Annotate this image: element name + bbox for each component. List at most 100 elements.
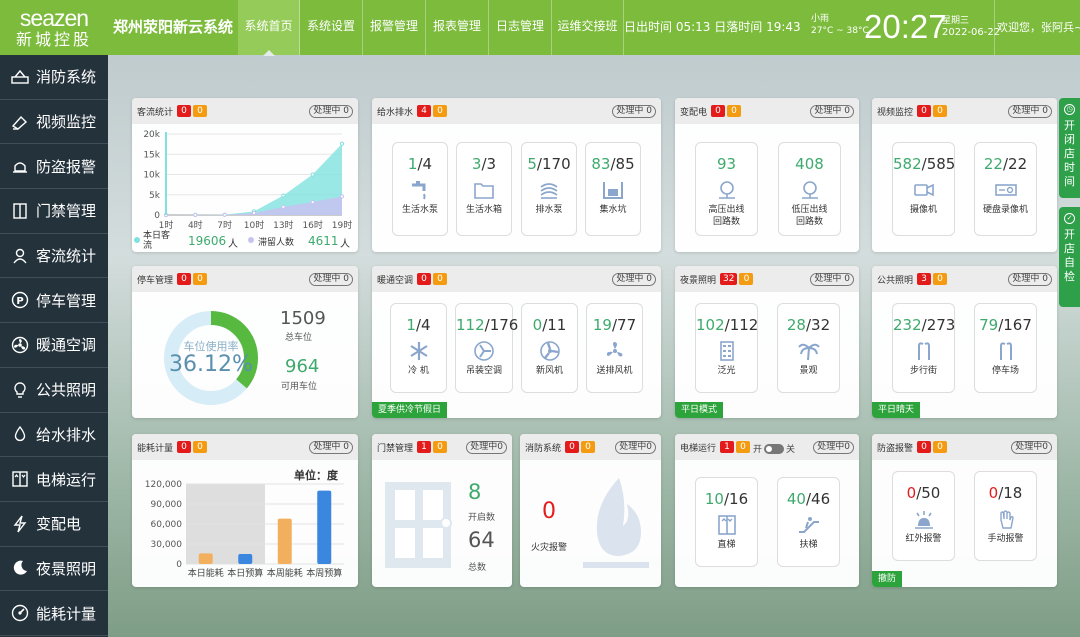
- panel-title: 客流统计: [137, 107, 174, 118]
- water-item-drain-pump[interactable]: 5/170 排水泵: [521, 142, 577, 236]
- processing-status-button[interactable]: 处理中0: [1011, 441, 1052, 454]
- video-item-camera[interactable]: 582/585 摄像机: [892, 142, 955, 236]
- elevator-item-lift[interactable]: 10/16 直梯: [695, 477, 758, 567]
- x-tick-label: 19时: [332, 219, 352, 230]
- processing-status-button[interactable]: 处理中 0: [810, 273, 854, 286]
- energy-bar: [317, 490, 332, 564]
- hvac-item-fresh-air[interactable]: 0/11 新风机: [521, 303, 578, 393]
- item-value: 83/85: [591, 155, 635, 173]
- alarm-badge: 1: [720, 441, 735, 453]
- processing-status-button[interactable]: 处理中 0: [309, 441, 353, 454]
- water-item-sump[interactable]: 83/85 集水坑: [585, 142, 641, 236]
- sidebar-item-label: 停车管理: [36, 291, 97, 310]
- sidebar-item-hvac[interactable]: 暖通空调: [0, 323, 108, 368]
- warning-badge: 0: [739, 273, 754, 285]
- toggle-switch[interactable]: [764, 443, 785, 454]
- alarm-icon: [10, 156, 30, 176]
- processing-status-button[interactable]: 处理中 0: [612, 105, 656, 118]
- water-item-tank[interactable]: 3/3 生活水箱: [456, 142, 512, 236]
- processing-status-button[interactable]: 处理中 0: [1008, 105, 1052, 118]
- escalator-icon: [795, 514, 823, 536]
- retained-unit: 人: [340, 239, 350, 250]
- lv-line-icon: [796, 179, 824, 201]
- video-item-dvr[interactable]: 22/22 硬盘录像机: [974, 142, 1037, 236]
- water-item-pump[interactable]: 1/4 生活水泵: [392, 142, 448, 236]
- processing-status-button[interactable]: 处理中 0: [612, 273, 656, 286]
- nav-shift[interactable]: 运维交接班: [552, 0, 624, 55]
- x-tick-label: 本日预算: [227, 567, 263, 579]
- status-count: 0: [1042, 106, 1048, 116]
- status-label: 处理中: [814, 106, 842, 116]
- hvac-item-ac[interactable]: 112/176 吊装空调: [455, 303, 518, 393]
- sidebar-item-label: 防盗报警: [36, 157, 97, 176]
- clock-icon: ◷: [1064, 104, 1075, 115]
- processing-status-button[interactable]: 处理中0: [813, 441, 854, 454]
- sidebar-item-label: 能耗计量: [36, 604, 97, 623]
- sidebar-item-elevator[interactable]: 电梯运行: [0, 457, 108, 502]
- sidebar-item-door[interactable]: 门禁管理: [0, 189, 108, 234]
- processing-status-button[interactable]: 处理中 0: [309, 105, 353, 118]
- tab-open-self-check[interactable]: ✓ 开店自检: [1059, 207, 1080, 307]
- sidebar-item-antitheft[interactable]: 防盗报警: [0, 144, 108, 190]
- y-tick-label: 5k: [149, 191, 161, 201]
- panel-header: 给水排水 4 0 处理中 0: [372, 98, 661, 124]
- night-item-flood[interactable]: 102/112 泛光: [695, 303, 758, 393]
- panel-header: 视频监控 0 0 处理中 0: [872, 98, 1057, 124]
- sidebar-item-night[interactable]: 夜景照明: [0, 547, 108, 592]
- drain-pump-icon: [535, 179, 563, 201]
- alarm-badge: 0: [917, 105, 932, 117]
- publight-item-parking[interactable]: 79/167 停车场: [974, 303, 1037, 393]
- tab-open-close-time[interactable]: ◷ 开闭店时间: [1059, 98, 1080, 198]
- status-label: 处理中: [619, 442, 647, 452]
- elevator-item-escalator[interactable]: 40/46 扶梯: [777, 477, 840, 567]
- antitheft-mode-tag: 撤防: [872, 571, 903, 587]
- nav-alarm[interactable]: 报警管理: [363, 0, 426, 55]
- sunset-time: 19:43: [766, 20, 801, 34]
- publight-mode-tag: 平日晴天: [872, 402, 921, 418]
- user-menu[interactable]: 欢迎您，张阿兵~: [994, 0, 1080, 55]
- elevator-toggle[interactable]: 开 关: [753, 442, 795, 455]
- processing-status-button[interactable]: 处理中0: [466, 441, 507, 454]
- alarm-badge: 0: [711, 105, 726, 117]
- gauge-value: 36.12%: [169, 352, 253, 377]
- nav-settings[interactable]: 系统设置: [300, 0, 363, 55]
- sidebar-item-publight[interactable]: 公共照明: [0, 368, 108, 413]
- fresh-air-icon: [536, 340, 564, 362]
- sidebar-item-power[interactable]: 变配电: [0, 502, 108, 547]
- door-icon: [385, 482, 452, 568]
- antitheft-item-infrared[interactable]: 0/50 红外报警: [892, 471, 955, 561]
- power-item-hv[interactable]: 93 高压出线 回路数: [695, 142, 758, 236]
- panel-header: 客流统计 0 0 处理中 0: [132, 98, 358, 124]
- sidebar-item-parking[interactable]: P 停车管理: [0, 278, 108, 324]
- publight-item-walkway[interactable]: 232/273 步行街: [892, 303, 955, 393]
- night-item-landscape[interactable]: 28/32 景观: [777, 303, 840, 393]
- sidebar-item-label: 公共照明: [36, 381, 97, 400]
- item-value: 0/18: [988, 484, 1023, 502]
- nav-report[interactable]: 报表管理: [426, 0, 489, 55]
- sidebar-item-energy[interactable]: 能耗计量: [0, 591, 108, 636]
- panel-header: 变配电 0 0 处理中 0: [675, 98, 859, 124]
- weather: 小雨 27°C ~ 38°C: [811, 13, 869, 37]
- processing-status-button[interactable]: 处理中 0: [810, 105, 854, 118]
- sidebar-item-water[interactable]: 给水排水: [0, 413, 108, 458]
- lightning-icon: [10, 514, 30, 534]
- sidebar-item-traffic[interactable]: 客流统计: [0, 234, 108, 279]
- sidebar-item-video[interactable]: 视频监控: [0, 100, 108, 145]
- processing-status-button[interactable]: 处理中 0: [1008, 273, 1052, 286]
- item-label: 步行街: [909, 366, 937, 376]
- sidebar-item-fire[interactable]: 消防系统: [0, 55, 108, 100]
- nav-home[interactable]: 系统首页: [238, 0, 300, 56]
- exhaust-fan-icon: [601, 340, 629, 362]
- power-item-lv[interactable]: 408 低压出线 回路数: [778, 142, 841, 236]
- panel-header: 公共照明 3 0 处理中 0: [872, 266, 1057, 292]
- tank-icon: [470, 179, 498, 201]
- nav-log[interactable]: 日志管理: [489, 0, 552, 55]
- traffic-legend: 本日客流 19606 人 滞留人数 4611 人: [132, 231, 358, 251]
- processing-status-button[interactable]: 处理中 0: [309, 273, 353, 286]
- processing-status-button[interactable]: 处理中0: [615, 441, 656, 454]
- hvac-item-exhaust[interactable]: 19/77 送排风机: [586, 303, 643, 393]
- hvac-item-chiller[interactable]: 1/4 冷 机: [390, 303, 447, 393]
- antitheft-item-manual[interactable]: 0/18 手动报警: [974, 471, 1037, 561]
- logo-en: seazen: [19, 4, 89, 31]
- panel-title: 电梯运行: [680, 443, 717, 454]
